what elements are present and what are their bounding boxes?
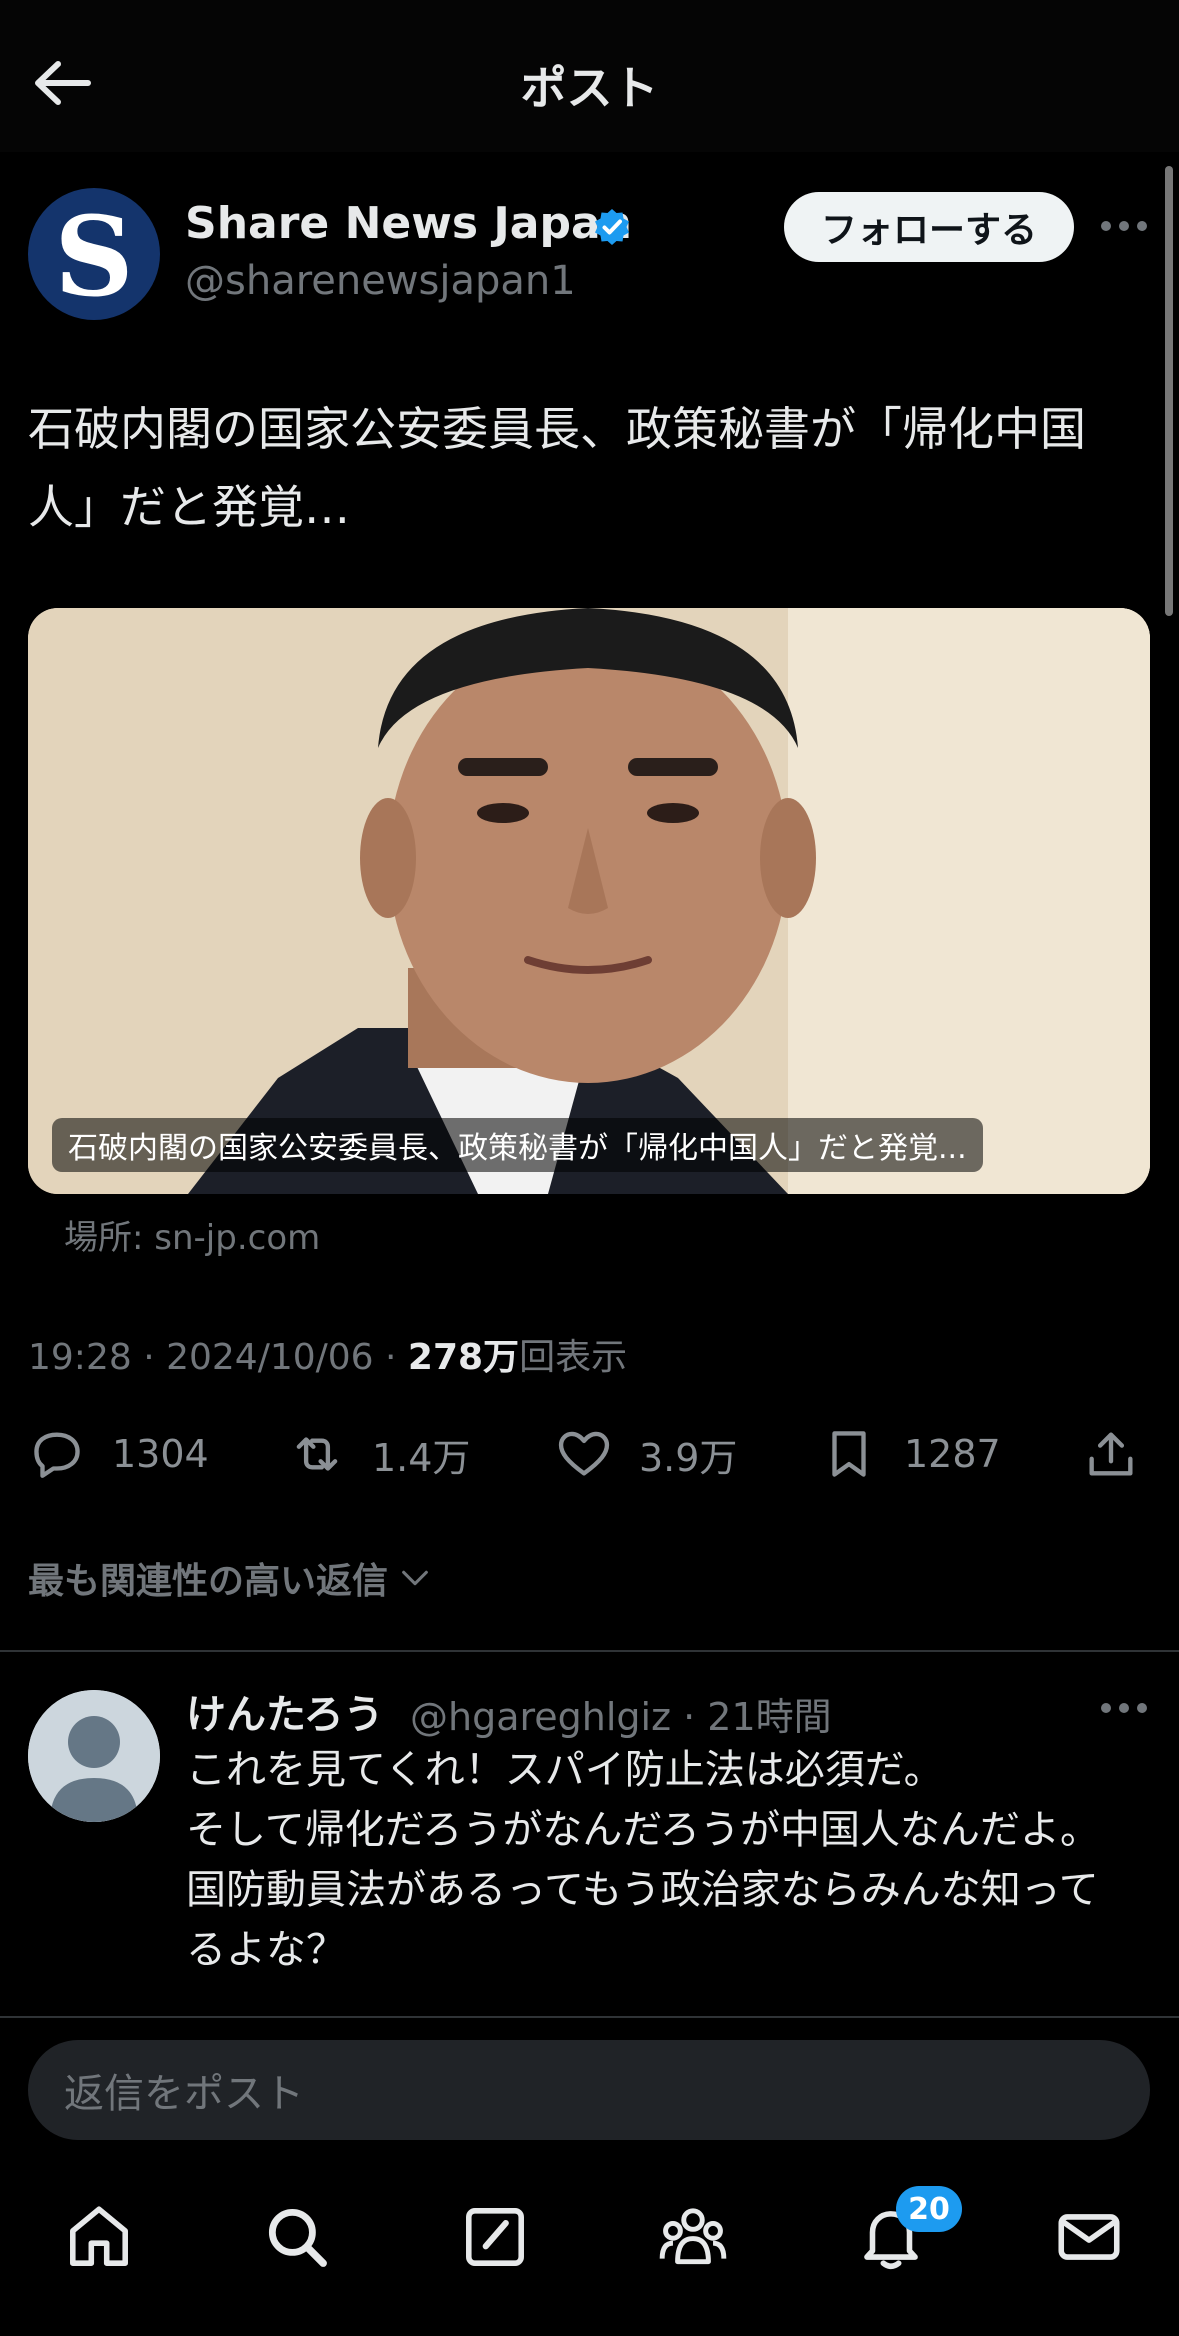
reply-avatar[interactable] <box>28 1690 160 1822</box>
repost-count: 1.4万 <box>372 1435 471 1480</box>
more-options-icon[interactable] <box>1100 220 1148 232</box>
reply-input[interactable]: 返信をポスト <box>28 2040 1150 2140</box>
page-title: ポスト <box>520 61 659 115</box>
author-handle[interactable]: @sharenewsjapan1 <box>185 258 576 304</box>
compose-icon[interactable] <box>458 2200 532 2274</box>
messages-icon[interactable] <box>1052 2200 1126 2274</box>
bookmark-count: 1287 <box>904 1432 1001 1476</box>
view-count-label: 回表示 <box>519 1337 628 1378</box>
reply-button[interactable]: 1304 <box>28 1424 209 1484</box>
composer-divider <box>0 2016 1179 2018</box>
scrollbar[interactable] <box>1165 166 1173 616</box>
share-icon <box>1089 1432 1133 1476</box>
section-divider <box>0 1650 1179 1652</box>
reply-sort-label: 最も関連性の高い返信 <box>28 1561 389 1602</box>
notification-badge: 20 <box>896 2186 962 2232</box>
bookmark-icon <box>832 1431 866 1477</box>
verified-badge-icon <box>595 209 629 245</box>
post-meta: 19:28 · 2024/10/06 · 278万回表示 <box>28 1328 627 1380</box>
reply-handle-time[interactable]: @hgareghlgiz · 21時間 <box>410 1686 832 1741</box>
home-icon[interactable] <box>62 2200 136 2274</box>
post-timestamp: 19:28 · 2024/10/06 · <box>28 1337 408 1378</box>
card-source[interactable]: 場所: sn-jp.com <box>64 1210 320 1259</box>
author-name[interactable]: Share News Japan <box>185 198 632 249</box>
reply-author-name[interactable]: けんたろう <box>186 1682 384 1740</box>
chevron-down-icon <box>402 1570 428 1586</box>
post-text: 石破内閣の国家公安委員長、政策秘書が「帰化中国人」だと発覚… <box>28 402 1086 534</box>
communities-icon[interactable] <box>656 2200 730 2274</box>
share-button[interactable] <box>1082 1424 1140 1484</box>
reply-icon <box>34 1432 80 1478</box>
avatar-letter: S <box>54 192 134 320</box>
heart-icon <box>558 1431 610 1476</box>
portrait-photo <box>28 608 1150 1194</box>
reply-sort-dropdown[interactable]: 最も関連性の高い返信 <box>28 1552 432 1604</box>
link-card-image[interactable] <box>28 608 1150 1194</box>
top-bar: ポスト <box>0 0 1179 152</box>
like-button[interactable]: 3.9万 <box>555 1424 737 1484</box>
reply-count: 1304 <box>112 1432 209 1476</box>
reply-more-options-icon[interactable] <box>1100 1702 1148 1714</box>
follow-button[interactable]: フォローする <box>784 192 1074 262</box>
view-count[interactable]: 278万 <box>408 1337 519 1378</box>
repost-icon <box>296 1437 338 1471</box>
card-caption: 石破内閣の国家公安委員長、政策秘書が「帰化中国人」だと発覚... <box>52 1118 983 1172</box>
like-count: 3.9万 <box>639 1435 738 1480</box>
reply-text: これを見てくれ！スパイ防止法は必須だ。 そして帰化だろうがなんだろうが中国人なん… <box>186 1747 1100 1973</box>
author-avatar[interactable]: S <box>28 188 160 320</box>
search-icon[interactable] <box>260 2200 334 2274</box>
bookmark-button[interactable]: 1287 <box>820 1424 1001 1484</box>
repost-button[interactable]: 1.4万 <box>288 1424 470 1484</box>
default-avatar-icon <box>28 1690 160 1822</box>
